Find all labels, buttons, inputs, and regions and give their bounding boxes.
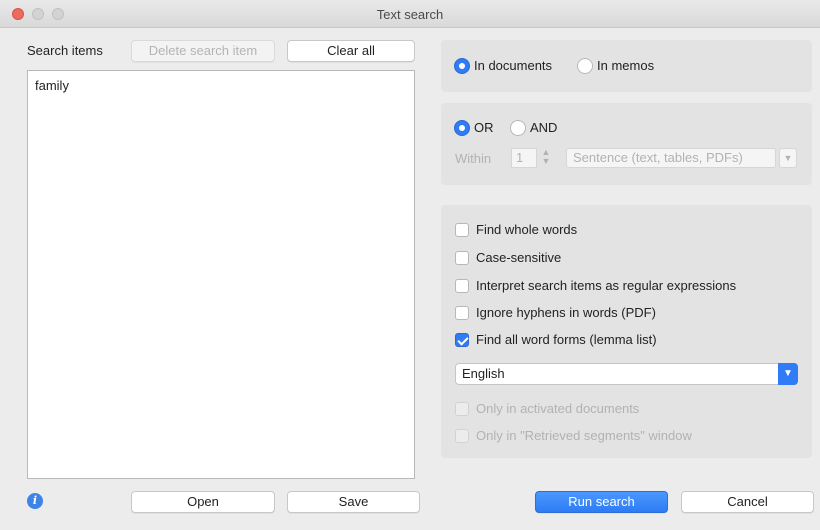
open-button[interactable]: Open <box>131 491 275 513</box>
in-memos-label[interactable]: In memos <box>597 58 654 73</box>
info-icon[interactable]: i <box>27 493 43 509</box>
search-items-label: Search items <box>27 43 103 58</box>
or-radio[interactable] <box>454 120 470 136</box>
stepper-down-icon[interactable]: ▼ <box>540 157 552 166</box>
save-button[interactable]: Save <box>287 491 420 513</box>
ignore-hyphens-checkbox[interactable] <box>455 306 469 320</box>
run-search-button[interactable]: Run search <box>535 491 668 513</box>
and-label[interactable]: AND <box>530 120 557 135</box>
window-title: Text search <box>376 7 444 22</box>
activated-docs-label: Only in activated documents <box>476 401 640 416</box>
activated-docs-checkbox <box>455 402 469 416</box>
ignore-hyphens-label[interactable]: Ignore hyphens in words (PDF) <box>476 305 656 320</box>
chevron-down-icon[interactable]: ▼ <box>779 148 797 168</box>
language-select[interactable]: English ▼ <box>455 363 798 385</box>
search-items-list[interactable]: family <box>27 70 415 479</box>
retrieved-segments-checkbox <box>455 429 469 443</box>
within-value-field[interactable]: 1 <box>511 148 537 168</box>
within-stepper[interactable]: ▲ ▼ <box>540 148 552 168</box>
cancel-button[interactable]: Cancel <box>681 491 814 513</box>
retrieved-segments-label: Only in "Retrieved segments" window <box>476 428 692 443</box>
language-value: English <box>462 366 505 381</box>
or-label[interactable]: OR <box>474 120 494 135</box>
lemma-checkbox[interactable] <box>455 333 469 347</box>
lemma-label[interactable]: Find all word forms (lemma list) <box>476 332 657 347</box>
case-sensitive-label[interactable]: Case-sensitive <box>476 250 561 265</box>
case-sensitive-checkbox[interactable] <box>455 251 469 265</box>
title-bar: Text search <box>0 0 820 28</box>
in-documents-radio[interactable] <box>454 58 470 74</box>
regex-checkbox[interactable] <box>455 279 469 293</box>
in-memos-radio[interactable] <box>577 58 593 74</box>
in-documents-label[interactable]: In documents <box>474 58 552 73</box>
logic-panel <box>441 103 812 185</box>
delete-search-item-button[interactable]: Delete search item <box>131 40 275 62</box>
list-item[interactable]: family <box>35 78 69 93</box>
within-label: Within <box>455 151 492 166</box>
regex-label[interactable]: Interpret search items as regular expres… <box>476 278 736 293</box>
whole-words-checkbox[interactable] <box>455 223 469 237</box>
whole-words-label[interactable]: Find whole words <box>476 222 577 237</box>
clear-all-button[interactable]: Clear all <box>287 40 415 62</box>
within-unit-select[interactable]: Sentence (text, tables, PDFs) <box>566 148 776 168</box>
and-radio[interactable] <box>510 120 526 136</box>
chevron-down-icon[interactable]: ▼ <box>778 363 798 385</box>
